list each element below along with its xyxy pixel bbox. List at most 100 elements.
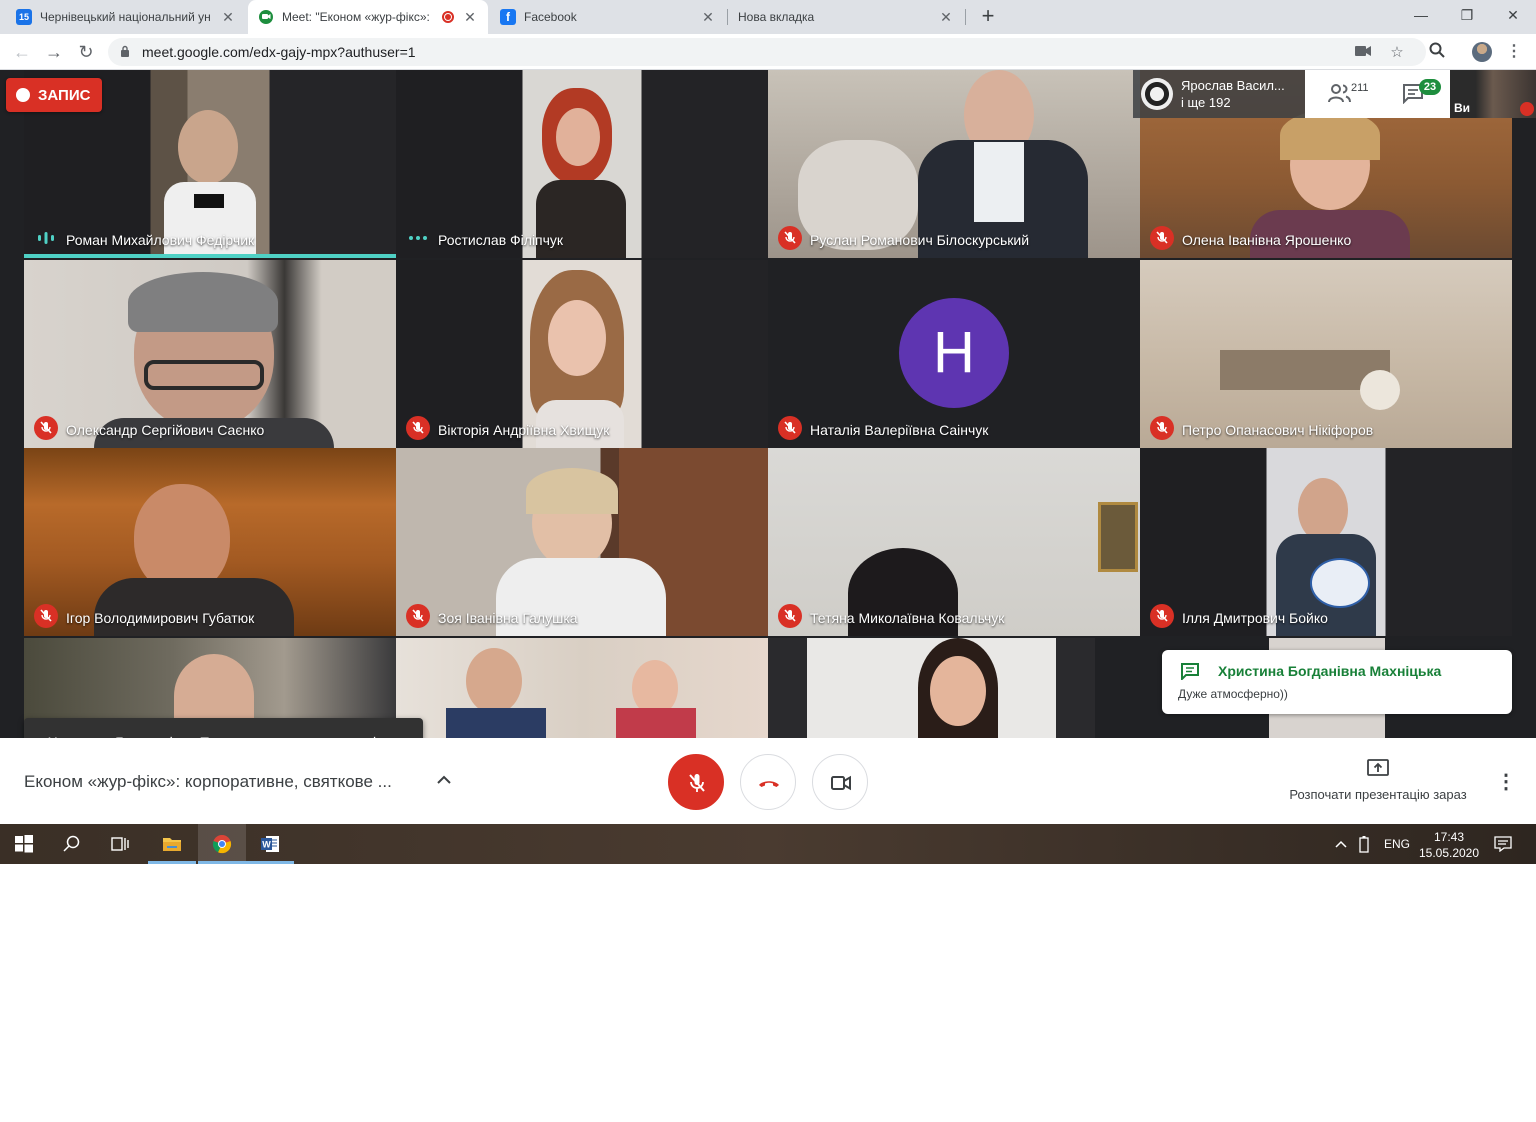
bookmark-star-icon[interactable]: ☆ bbox=[1388, 44, 1406, 62]
browser-tab-strip: 15 Чернівецький національний ун ✕ Meet: … bbox=[0, 0, 1536, 34]
calendar-icon: 15 bbox=[16, 9, 32, 25]
presenter-name: Ярослав Васил... bbox=[1181, 78, 1285, 93]
participant-tile[interactable]: Ілля Дмитрович Бойко bbox=[1140, 448, 1512, 636]
meeting-stage: Роман Михайлович Федірчик Ростислав Філі… bbox=[0, 70, 1536, 738]
participant-name: Олександр Сергійович Саєнко bbox=[66, 422, 265, 438]
muted-mic-icon bbox=[1150, 416, 1174, 440]
microphone-toggle-button[interactable] bbox=[668, 754, 724, 810]
meet-icon bbox=[258, 9, 274, 25]
participant-tile[interactable]: Руслан Романович Білоскурський bbox=[768, 70, 1140, 258]
chrome-icon bbox=[212, 835, 232, 854]
system-clock[interactable]: 17:43 15.05.2020 bbox=[1412, 829, 1486, 861]
participant-tile[interactable]: Ростислав Філіпчук bbox=[396, 70, 768, 258]
participant-tile[interactable]: Н Наталія Валеріївна Саінчук bbox=[768, 260, 1140, 448]
battery-icon[interactable] bbox=[1358, 835, 1370, 853]
participant-name: Олена Іванівна Ярошенко bbox=[1182, 232, 1352, 248]
presenter-others: і ще 192 bbox=[1181, 95, 1231, 110]
participant-left-toast: Христина Ярославівна Проскурняк залишає … bbox=[24, 718, 423, 738]
windows-taskbar: W ENG 17:43 15.05.2020 bbox=[0, 824, 1536, 864]
notification-center-icon[interactable] bbox=[1494, 836, 1512, 852]
address-bar[interactable]: meet.google.com/edx-gajy-mpx?authuser=1 … bbox=[108, 38, 1426, 66]
mic-off-icon bbox=[689, 774, 705, 792]
recording-label: ЗАПИС bbox=[38, 86, 91, 104]
lock-icon bbox=[121, 45, 129, 57]
muted-mic-icon bbox=[34, 416, 58, 440]
participant-tile[interactable]: Вікторія Андріївна Хвищук bbox=[396, 260, 768, 448]
self-label: Ви bbox=[1454, 101, 1471, 115]
participant-name: Наталія Валеріївна Саінчук bbox=[810, 422, 989, 438]
participant-tile[interactable]: Олександр Сергійович Саєнко bbox=[24, 260, 396, 448]
participant-tile[interactable] bbox=[396, 638, 768, 738]
clock-date: 15.05.2020 bbox=[1418, 846, 1480, 860]
chat-notification[interactable]: Христина Богданівна Махніцька Дуже атмос… bbox=[1162, 650, 1512, 714]
close-window-button[interactable]: ✕ bbox=[1490, 0, 1536, 30]
more-options-icon[interactable]: ⋮ bbox=[1496, 768, 1516, 796]
back-button[interactable]: ← bbox=[10, 40, 34, 64]
participant-tile[interactable]: Ігор Володимирович Губатюк bbox=[24, 448, 396, 636]
start-button[interactable] bbox=[0, 824, 48, 864]
tab-facebook[interactable]: f Facebook ✕ bbox=[490, 0, 726, 34]
meeting-title[interactable]: Економ «жур-фікс»: корпоративне, святков… bbox=[24, 772, 392, 792]
self-view-tile[interactable]: Ви bbox=[1450, 70, 1536, 118]
participant-tile[interactable]: Петро Опанасович Нікіфоров bbox=[1140, 260, 1512, 448]
audio-active-icon bbox=[409, 236, 427, 240]
tab-meet[interactable]: Meet: "Економ «жур-фікс»: ✕ bbox=[248, 0, 488, 34]
browser-toolbar: ← → ↻ meet.google.com/edx-gajy-mpx?authu… bbox=[0, 34, 1536, 70]
participant-name: Ігор Володимирович Губатюк bbox=[66, 610, 255, 626]
close-tab-icon[interactable]: ✕ bbox=[938, 9, 954, 26]
search-icon bbox=[63, 835, 80, 852]
leave-call-button[interactable] bbox=[740, 754, 796, 810]
profile-avatar[interactable] bbox=[1472, 42, 1492, 62]
muted-mic-icon bbox=[406, 604, 430, 628]
taskbar-search-button[interactable] bbox=[48, 824, 96, 864]
speaking-indicator-icon bbox=[38, 232, 54, 244]
presenter-chip[interactable]: Ярослав Васил... і ще 192 bbox=[1133, 70, 1305, 118]
clock-time: 17:43 bbox=[1433, 830, 1465, 844]
close-tab-icon[interactable]: ✕ bbox=[462, 9, 478, 26]
people-count: 211 bbox=[1351, 82, 1369, 94]
participant-name: Руслан Романович Білоскурський bbox=[810, 232, 1030, 248]
chevron-up-icon[interactable] bbox=[434, 770, 454, 790]
participant-name: Ілля Дмитрович Бойко bbox=[1182, 610, 1328, 626]
muted-mic-icon bbox=[406, 416, 430, 440]
browser-menu-icon[interactable]: ⋮ bbox=[1506, 42, 1522, 62]
close-tab-icon[interactable]: ✕ bbox=[700, 9, 716, 26]
participant-name: Вікторія Андріївна Хвищук bbox=[438, 422, 610, 438]
chat-icon bbox=[1181, 663, 1199, 680]
search-icon[interactable] bbox=[1428, 42, 1446, 60]
maximize-button[interactable]: ❐ bbox=[1444, 0, 1490, 30]
participant-avatar: Н bbox=[899, 298, 1009, 408]
facebook-icon: f bbox=[500, 9, 516, 25]
participant-name: Петро Опанасович Нікіфоров bbox=[1182, 422, 1374, 438]
camera-icon[interactable] bbox=[1354, 44, 1372, 62]
chrome-taskbar-button[interactable] bbox=[198, 824, 246, 864]
tab-title: Чернівецький національний ун bbox=[40, 10, 211, 24]
recording-indicator-icon bbox=[442, 11, 454, 23]
forward-button[interactable]: → bbox=[42, 40, 66, 64]
task-view-button[interactable] bbox=[96, 824, 144, 864]
minimize-button[interactable]: — bbox=[1398, 0, 1444, 30]
close-tab-icon[interactable]: ✕ bbox=[220, 9, 236, 26]
camera-toggle-button[interactable] bbox=[812, 754, 868, 810]
record-dot-icon bbox=[16, 88, 30, 102]
chevron-up-icon[interactable] bbox=[1334, 838, 1348, 850]
tab-new[interactable]: Нова вкладка ✕ bbox=[728, 0, 964, 34]
present-now-button[interactable]: Розпочати презентацію зараз bbox=[1270, 758, 1486, 806]
active-speaker-bar bbox=[24, 254, 396, 258]
meeting-details-panel: 211 23 bbox=[1305, 70, 1450, 118]
participant-name: Тетяна Миколаївна Ковальчук bbox=[810, 610, 1005, 626]
participant-tile[interactable] bbox=[768, 638, 1095, 738]
folder-icon bbox=[163, 838, 181, 851]
tab-divider bbox=[965, 9, 966, 25]
word-taskbar-button[interactable]: W bbox=[246, 824, 294, 864]
muted-mic-icon bbox=[1150, 226, 1174, 250]
input-language[interactable]: ENG bbox=[1384, 837, 1410, 851]
task-view-icon bbox=[111, 837, 129, 851]
participant-tile[interactable]: Тетяна Миколаївна Ковальчук bbox=[768, 448, 1140, 636]
new-tab-button[interactable]: + bbox=[976, 4, 1000, 28]
file-explorer-button[interactable] bbox=[148, 824, 196, 864]
reload-button[interactable]: ↻ bbox=[74, 40, 98, 64]
tab-university[interactable]: 15 Чернівецький національний ун ✕ bbox=[6, 0, 246, 34]
participant-tile[interactable]: Зоя Іванівна Галушка bbox=[396, 448, 768, 636]
present-label: Розпочати презентацію зараз bbox=[1289, 787, 1467, 802]
